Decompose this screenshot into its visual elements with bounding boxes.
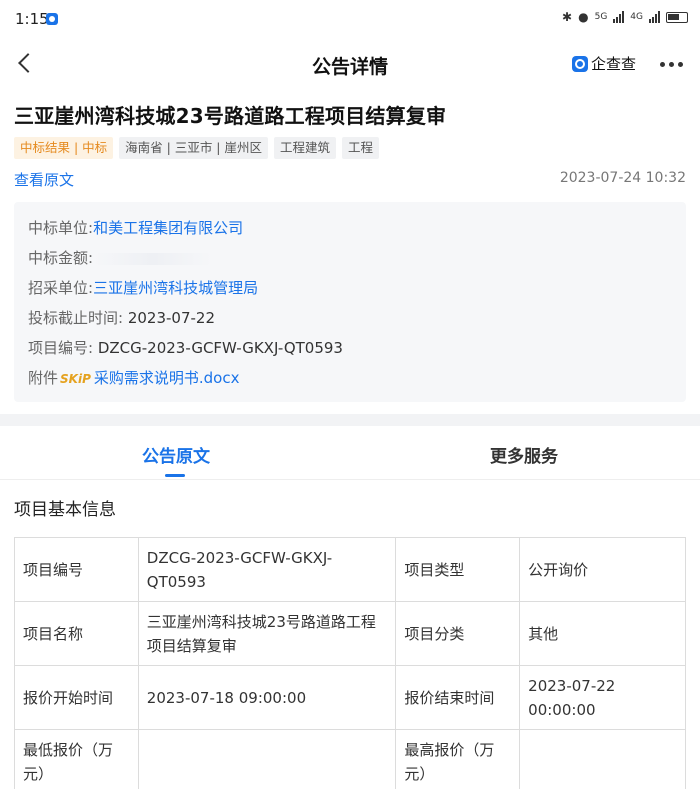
signal-4g-icon [649, 11, 660, 23]
network-5g-label: 5G [594, 12, 608, 22]
table-cell: 2023-07-18 09:00:00 [137, 665, 397, 730]
winner-link[interactable]: 和美工程集团有限公司 [93, 219, 243, 237]
project-number-label: 项目编号: [28, 339, 94, 357]
network-4g-label: 4G [630, 12, 643, 22]
winner-row: 中标单位:和美工程集团有限公司 [28, 217, 243, 238]
table-cell: DZCG-2023-GCFW-GKXJ-QT0593 [137, 537, 397, 602]
table-cell: 其他 [519, 601, 686, 666]
tag-region[interactable]: 海南省 | 三亚市 | 崖州区 [119, 137, 268, 159]
attachment-row: 附件 SKiP 采购需求说明书.docx [28, 367, 239, 388]
section-divider [0, 414, 700, 426]
publish-date: 2023-07-24 10:32 [559, 170, 686, 186]
battery-icon [666, 11, 688, 23]
amount-value-hidden [93, 252, 214, 265]
dot-icon [678, 61, 683, 67]
dot-icon [669, 61, 674, 67]
location-icon: ● [578, 10, 589, 24]
table-cell: 报价开始时间 [14, 665, 139, 730]
qichacha-logo-icon [572, 55, 588, 72]
table-cell: 公开询价 [519, 537, 686, 602]
project-number-row: 项目编号: DZCG-2023-GCFW-GKXJ-QT0593 [28, 337, 343, 358]
qichacha-brand-button[interactable]: 企查查 [572, 53, 636, 74]
skip-icon: SKiP [60, 372, 91, 386]
amount-row: 中标金额: [28, 247, 214, 268]
view-original-link[interactable]: 查看原文 [14, 169, 74, 190]
table-cell: 三亚崖州湾科技城23号路道路工程项目结算复审 [137, 601, 397, 666]
buyer-label: 招采单位: [28, 279, 94, 297]
amount-label: 中标金额: [28, 249, 94, 267]
table-cell: 项目名称 [14, 601, 139, 666]
back-button[interactable] [12, 50, 40, 78]
tag-category[interactable]: 工程 [342, 137, 380, 159]
table-cell: 最低报价（万元） [14, 729, 139, 789]
table-row: 项目名称 三亚崖州湾科技城23号路道路工程项目结算复审 项目分类 其他 [14, 601, 686, 666]
tab-original[interactable]: 公告原文 [142, 442, 210, 467]
attachment-link[interactable]: 采购需求说明书.docx [94, 369, 240, 387]
table-row: 报价开始时间 2023-07-18 09:00:00 报价结束时间 2023-0… [14, 665, 686, 730]
signal-5g-icon [613, 11, 625, 23]
tab-more-services[interactable]: 更多服务 [490, 442, 558, 467]
deadline-value: 2023-07-22 [127, 309, 216, 327]
brand-label: 企查查 [591, 55, 637, 73]
deadline-label: 投标截止时间: [28, 309, 124, 327]
tag-list: 中标结果 | 中标 海南省 | 三亚市 | 崖州区 工程建筑 工程 [14, 137, 380, 159]
tag-industry[interactable]: 工程建筑 [274, 137, 337, 159]
project-number-value: DZCG-2023-GCFW-GKXJ-QT0593 [97, 339, 343, 357]
active-tab-indicator [165, 474, 185, 477]
winner-label: 中标单位: [28, 219, 94, 237]
table-cell: 项目分类 [395, 601, 521, 666]
app-notification-icon [46, 13, 58, 25]
deadline-row: 投标截止时间: 2023-07-22 [28, 307, 215, 328]
announcement-title: 三亚崖州湾科技城23号路道路工程项目结算复审 [14, 104, 447, 128]
table-cell: 2023-07-22 00:00:00 [519, 665, 686, 730]
attachment-label: 附件 [28, 369, 59, 387]
table-cell [519, 729, 686, 789]
table-cell: 报价结束时间 [395, 665, 521, 730]
bluetooth-icon: ✱ [562, 10, 573, 24]
status-indicators: ✱ ● 5G 4G [562, 10, 688, 24]
table-cell: 项目编号 [14, 537, 139, 602]
status-time: 1:15 [15, 10, 49, 28]
tag-result[interactable]: 中标结果 | 中标 [14, 137, 114, 159]
table-cell: 项目类型 [395, 537, 521, 602]
project-info-table: 项目编号 DZCG-2023-GCFW-GKXJ-QT0593 项目类型 公开询… [14, 537, 686, 789]
table-row: 项目编号 DZCG-2023-GCFW-GKXJ-QT0593 项目类型 公开询… [14, 537, 686, 602]
buyer-row: 招采单位:三亚崖州湾科技城管理局 [28, 277, 258, 298]
content-tabs: 公告原文 更多服务 [0, 426, 700, 480]
table-cell [137, 729, 397, 789]
more-options-button[interactable] [660, 53, 688, 75]
table-row: 最低报价（万元） 最高报价（万元） [14, 729, 686, 789]
status-bar: 1:15 ✱ ● 5G 4G [0, 0, 700, 40]
section-title: 项目基本信息 [14, 500, 116, 520]
dot-icon [660, 61, 665, 67]
buyer-link[interactable]: 三亚崖州湾科技城管理局 [93, 279, 258, 297]
table-cell: 最高报价（万元） [395, 729, 521, 789]
navigation-bar: 公告详情 企查查 [0, 40, 700, 88]
summary-card: 中标单位:和美工程集团有限公司 中标金额: 招采单位:三亚崖州湾科技城管理局 投… [14, 202, 686, 402]
